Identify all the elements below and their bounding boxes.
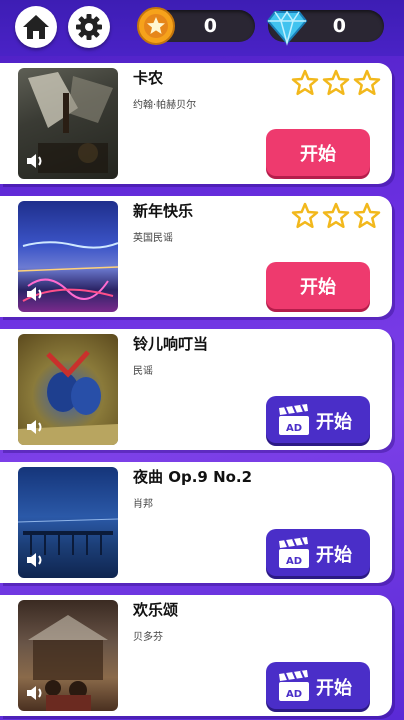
song-artist: 贝多芬: [133, 632, 163, 643]
star-empty-icon: [291, 69, 319, 96]
song-card: 铃儿响叮当 民谣 AD 开始: [0, 329, 392, 450]
star-empty-icon: [322, 69, 350, 96]
svg-text:AD: AD: [286, 556, 302, 567]
song-thumbnail: [18, 467, 118, 578]
ad-start-button[interactable]: AD 开始: [266, 396, 370, 443]
song-title: 夜曲 Op.9 No.2: [133, 468, 253, 486]
speaker-icon[interactable]: [24, 549, 46, 571]
gem-count: 0: [332, 15, 346, 37]
ad-start-button[interactable]: AD 开始: [266, 529, 370, 576]
speaker-icon[interactable]: [24, 283, 46, 305]
ad-clapperboard-icon: AD: [279, 537, 309, 568]
song-card: 卡农 约翰·帕赫贝尔 开始: [0, 63, 392, 184]
home-button[interactable]: [15, 6, 57, 48]
star-rating: [291, 69, 381, 97]
star-empty-icon: [353, 202, 381, 229]
song-artist: 约翰·帕赫贝尔: [133, 100, 197, 111]
star-empty-icon: [291, 202, 319, 229]
gear-icon: [76, 14, 102, 40]
song-card: 欢乐颂 贝多芬 AD 开始: [0, 595, 392, 716]
ad-start-label: 开始: [316, 678, 352, 699]
song-title: 新年快乐: [133, 202, 194, 220]
star-empty-icon: [353, 69, 381, 96]
speaker-icon[interactable]: [24, 416, 46, 438]
speaker-icon[interactable]: [24, 682, 46, 704]
song-thumbnail: [18, 334, 118, 445]
home-icon: [23, 15, 49, 39]
song-card: 新年快乐 英国民谣 开始: [0, 196, 392, 317]
song-thumbnail: [18, 600, 118, 711]
ad-start-label: 开始: [316, 412, 352, 433]
coin-count: 0: [203, 15, 217, 37]
start-button[interactable]: 开始: [266, 262, 370, 309]
speaker-icon[interactable]: [24, 150, 46, 172]
song-thumbnail: [18, 201, 118, 312]
song-title: 卡农: [133, 69, 164, 87]
song-artist: 肖邦: [133, 499, 153, 510]
svg-text:AD: AD: [286, 423, 302, 434]
song-artist: 民谣: [133, 366, 153, 377]
coin-icon: [137, 7, 175, 45]
svg-text:AD: AD: [286, 689, 302, 700]
song-title: 欢乐颂: [133, 601, 179, 619]
ad-start-label: 开始: [316, 545, 352, 566]
ad-clapperboard-icon: AD: [279, 404, 309, 435]
song-thumbnail: [18, 68, 118, 179]
song-title: 铃儿响叮当: [133, 335, 209, 353]
top-bar: 0 0: [0, 0, 404, 56]
settings-button[interactable]: [68, 6, 110, 48]
diamond-icon: [266, 10, 308, 46]
start-button[interactable]: 开始: [266, 129, 370, 176]
star-rating: [291, 202, 381, 230]
star-empty-icon: [322, 202, 350, 229]
song-artist: 英国民谣: [133, 233, 173, 244]
ad-clapperboard-icon: AD: [279, 670, 309, 701]
song-card: 夜曲 Op.9 No.2 肖邦 AD 开始: [0, 462, 392, 583]
ad-start-button[interactable]: AD 开始: [266, 662, 370, 709]
